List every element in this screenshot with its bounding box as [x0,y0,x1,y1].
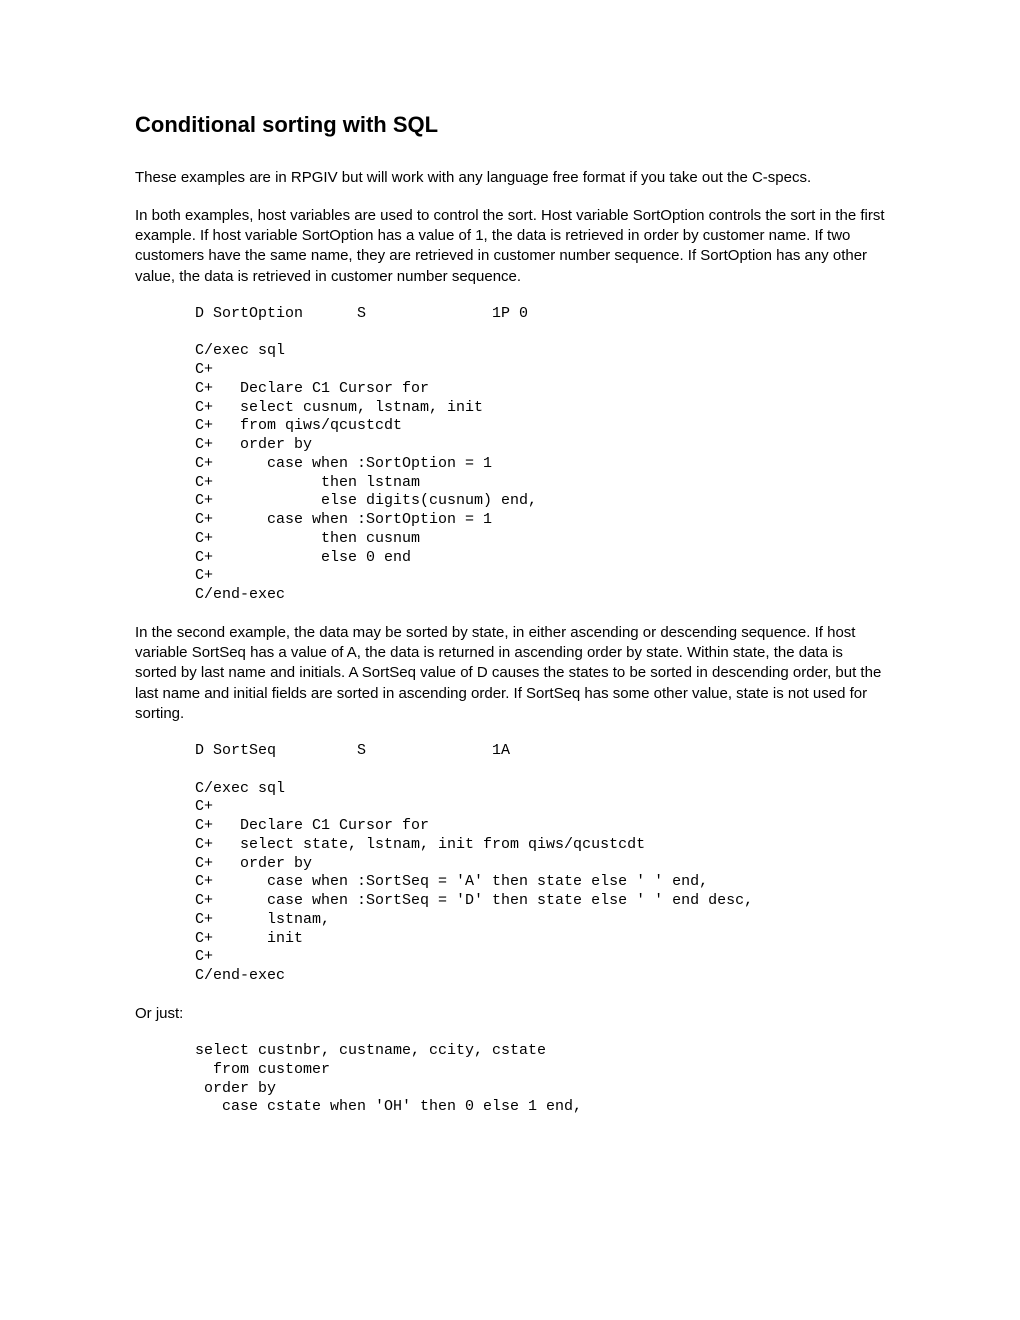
intro-paragraph-2: In both examples, host variables are use… [135,206,885,287]
paragraph-3: In the second example, the data may be s… [135,623,885,724]
code-block-2: D SortSeq S 1A C/exec sql C+ C+ Declare … [195,742,885,986]
page-title: Conditional sorting with SQL [135,110,885,140]
code-block-1: D SortOption S 1P 0 C/exec sql C+ C+ Dec… [195,305,885,605]
paragraph-4: Or just: [135,1004,885,1024]
intro-paragraph-1: These examples are in RPGIV but will wor… [135,168,885,188]
code-block-3: select custnbr, custname, ccity, cstate … [195,1042,885,1117]
